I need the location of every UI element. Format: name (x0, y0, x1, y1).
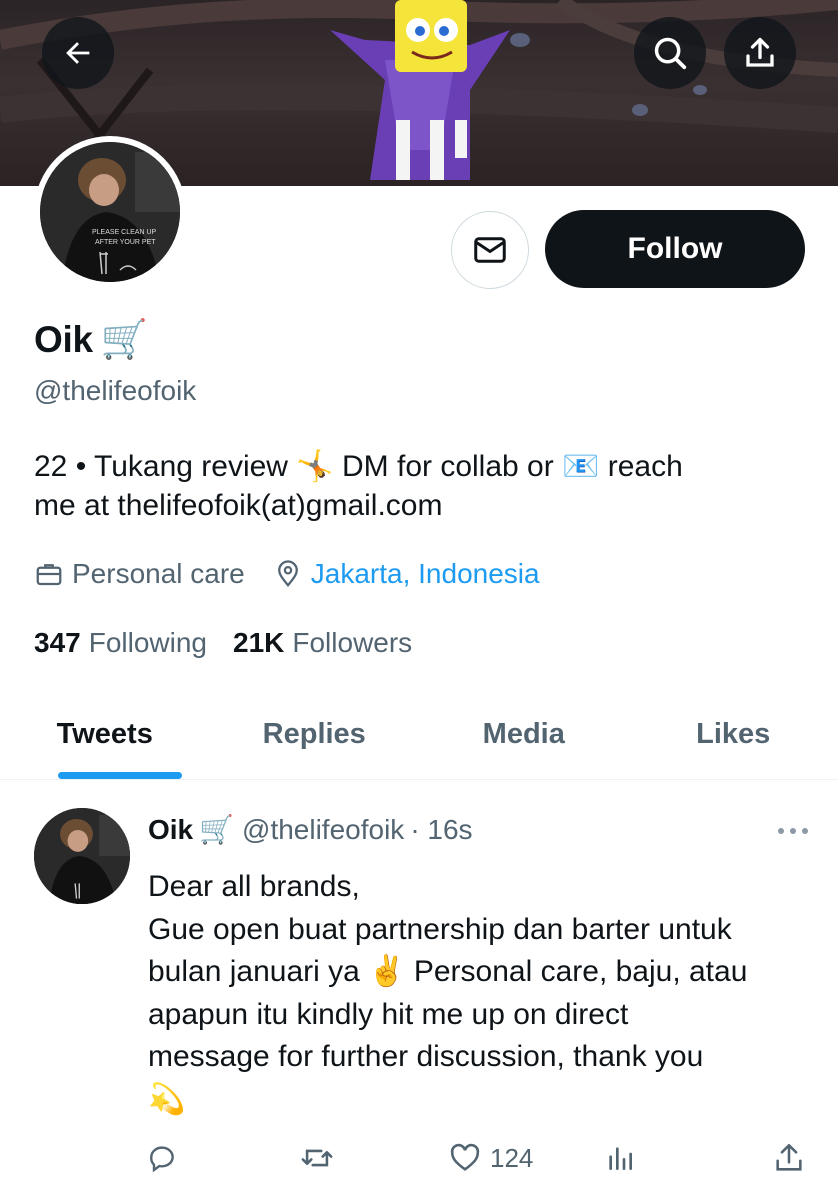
svg-text:AFTER YOUR PET: AFTER YOUR PET (95, 239, 156, 246)
location-pin-icon (277, 560, 298, 588)
tweet-avatar-image (34, 808, 130, 904)
category-label: Personal care (72, 558, 245, 589)
profile-avatar[interactable]: PLEASE CLEAN UP AFTER YOUR PET (34, 136, 186, 288)
follow-button[interactable]: Follow (545, 210, 805, 288)
tab-likes[interactable]: Likes (629, 690, 838, 779)
back-button[interactable] (42, 17, 114, 89)
followers-label: Followers (292, 627, 413, 658)
profile-name: Oik 🛒 (34, 318, 148, 362)
tweet-line: apapun itu kindly hit me up on direct (148, 997, 629, 1031)
shopping-cart-emoji: 🛒 (199, 814, 235, 845)
tweet-line: message for further discussion, thank yo… (148, 1040, 704, 1073)
tab-tweets[interactable]: Tweets (0, 690, 210, 779)
avatar-image: PLEASE CLEAN UP AFTER YOUR PET (40, 142, 180, 282)
profile-location[interactable]: Jakarta, Indonesia (273, 558, 540, 590)
bio-line: 22 • Tukang review 🤸 DM for collab or 📧 … (34, 450, 683, 483)
share-upload-icon (776, 1143, 802, 1171)
tweet-actions: 124 (0, 1138, 838, 1178)
like-button[interactable]: 124 (448, 1138, 533, 1178)
tab-label: Replies (262, 718, 366, 750)
tweet-avatar[interactable] (34, 808, 130, 904)
profile-stats: 347 Following 21K Followers (34, 627, 438, 659)
tweet-timestamp[interactable]: · 16s (410, 814, 472, 846)
like-count: 124 (490, 1142, 534, 1173)
following-count: 347 (34, 627, 81, 658)
tweet-line: bulan januari ya ✌️ Personal care, baju,… (148, 955, 748, 988)
tweet-header: Oik 🛒 @thelifeofoik · 16s (148, 813, 473, 846)
profile-meta: Personal care Jakarta, Indonesia (34, 556, 568, 592)
arrow-left-icon (66, 42, 90, 64)
active-tab-indicator (58, 772, 182, 779)
profile-tabs: Tweets Replies Media Likes (0, 690, 838, 780)
briefcase-icon (36, 564, 62, 586)
tab-replies[interactable]: Replies (210, 690, 420, 779)
profile-bio: 22 • Tukang review 🤸 DM for collab or 📧 … (34, 447, 814, 525)
reply-icon (150, 1146, 174, 1173)
reply-button[interactable] (146, 1138, 178, 1178)
search-button[interactable] (634, 17, 706, 89)
more-dot (778, 828, 784, 834)
retweet-button[interactable] (300, 1138, 334, 1178)
more-dot (790, 828, 796, 834)
following-link[interactable]: 347 Following (34, 627, 207, 659)
share-button[interactable] (724, 17, 796, 89)
more-dot (802, 828, 808, 834)
tab-label: Likes (696, 718, 771, 750)
profile-name-text: Oik (34, 319, 93, 360)
bio-line: me at thelifeofoik(at)gmail.com (34, 489, 443, 522)
tweet-text: Dear all brands, Gue open buat partnersh… (148, 866, 820, 1121)
tweet-author-name[interactable]: Oik (148, 814, 193, 846)
mail-icon (474, 237, 506, 263)
location-link[interactable]: Jakarta, Indonesia (311, 558, 540, 590)
search-icon (654, 37, 687, 70)
tweet-line: Dear all brands, (148, 870, 360, 903)
heart-icon (450, 1143, 480, 1171)
analytics-bars-icon (609, 1147, 632, 1170)
share-upload-icon (746, 37, 774, 67)
tweet-line: 💫 (148, 1082, 186, 1116)
message-button[interactable] (451, 211, 529, 289)
analytics-button[interactable] (604, 1138, 636, 1178)
more-options-icon[interactable] (778, 826, 808, 836)
followers-count: 21K (233, 627, 285, 658)
tab-media[interactable]: Media (419, 690, 629, 779)
tweet-line: Gue open buat partnership dan barter unt… (148, 912, 732, 946)
tab-label: Tweets (56, 718, 153, 750)
svg-text:PLEASE CLEAN UP: PLEASE CLEAN UP (92, 229, 157, 236)
retweet-icon (301, 1149, 333, 1167)
share-tweet-button[interactable] (772, 1138, 806, 1178)
tab-label: Media (482, 718, 565, 750)
following-label: Following (88, 627, 207, 658)
profile-category: Personal care (34, 558, 245, 590)
followers-link[interactable]: 21K Followers (233, 627, 412, 659)
tweet-author-handle[interactable]: @thelifeofoik (242, 814, 404, 846)
profile-handle: @thelifeofoik (34, 375, 197, 406)
shopping-cart-emoji: 🛒 (100, 319, 148, 361)
